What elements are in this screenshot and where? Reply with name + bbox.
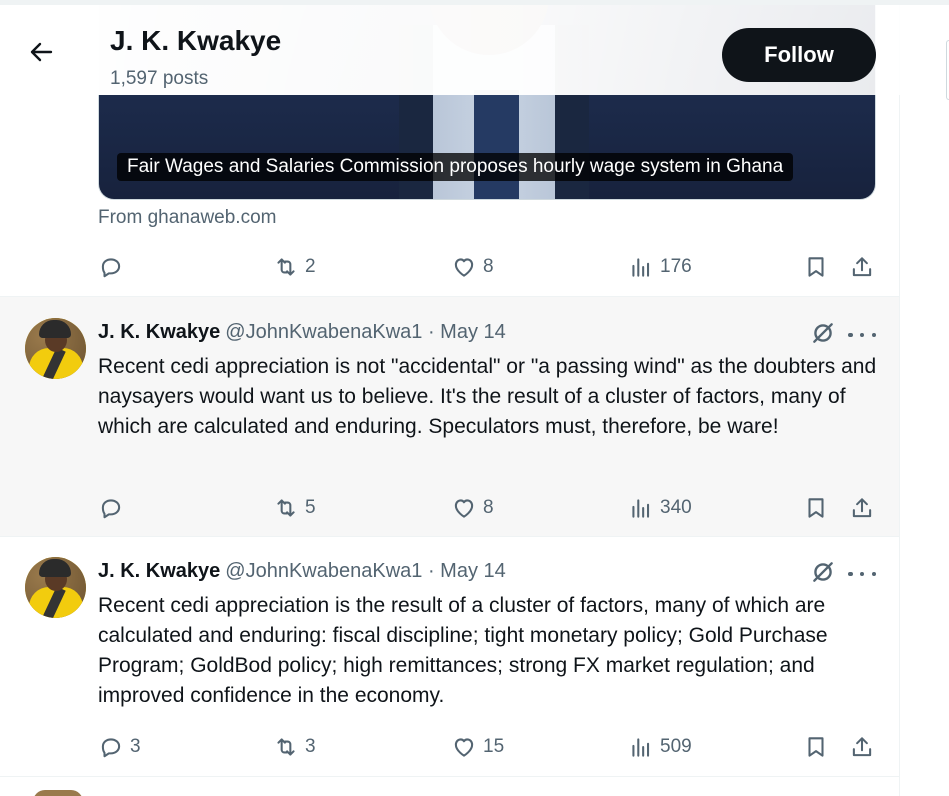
- author-name[interactable]: J. K. Kwakye: [98, 560, 220, 582]
- like-button[interactable]: 8: [451, 493, 494, 523]
- more-icon: [848, 571, 853, 577]
- share-button[interactable]: [849, 732, 875, 762]
- reply-button[interactable]: [98, 252, 130, 282]
- views-button[interactable]: 340: [628, 493, 692, 523]
- like-button[interactable]: 8: [451, 252, 494, 282]
- author-name[interactable]: J. K. Kwakye: [98, 321, 220, 343]
- more-icon-dot: [859, 571, 865, 577]
- like-count: 8: [483, 256, 494, 277]
- tweet-author[interactable]: J. K. Kwakye @JohnKwabenaKwa1 · May 14: [98, 560, 506, 583]
- reply-icon: [101, 499, 121, 519]
- repost-button[interactable]: 2: [273, 252, 316, 282]
- reply-count: 3: [130, 736, 141, 757]
- tweet-1[interactable]: J. K. Kwakye @JohnKwabenaKwa1 · May 14 Re…: [0, 296, 899, 536]
- more-button[interactable]: [848, 325, 876, 345]
- avatar-hat: [39, 320, 71, 338]
- like-count: 15: [483, 736, 505, 757]
- grok-button[interactable]: [810, 320, 836, 346]
- bookmark-button[interactable]: [803, 493, 829, 523]
- avatar[interactable]: [25, 557, 86, 618]
- repost-icon: [277, 738, 295, 756]
- author-handle-date[interactable]: @JohnKwabenaKwa1 · May 14: [225, 321, 505, 343]
- more-button[interactable]: [848, 564, 876, 584]
- share-icon: [852, 737, 872, 757]
- next-avatar-peek: [33, 790, 83, 796]
- bookmark-icon: [808, 498, 824, 518]
- post-count: 1,597 posts: [110, 68, 209, 89]
- bookmark-button[interactable]: [803, 252, 829, 282]
- profile-name: J. K. Kwakye: [110, 25, 282, 56]
- timeline-column: Fair Wages and Salaries Commission propo…: [0, 5, 900, 796]
- bookmark-button[interactable]: [803, 732, 829, 762]
- repost-button[interactable]: 3: [273, 732, 316, 762]
- profile-header: J. K. Kwakye 1,597 posts Follow: [0, 5, 900, 95]
- tweet-2[interactable]: J. K. Kwakye @JohnKwabenaKwa1 · May 14 Re…: [0, 536, 899, 776]
- views-button[interactable]: 509: [628, 732, 692, 762]
- grok-icon: [813, 323, 833, 343]
- reply-button[interactable]: [98, 493, 130, 523]
- tweet-3-partial[interactable]: [0, 776, 899, 796]
- repost-icon: [277, 258, 295, 276]
- tweet-text: Recent cedi appreciation is not "acciden…: [98, 355, 877, 438]
- author-handle-date[interactable]: @JohnKwabenaKwa1 · May 14: [225, 560, 505, 582]
- tweet-actions: 2 8 176: [98, 252, 876, 282]
- repost-count: 2: [305, 256, 316, 277]
- views-chart-icon: [632, 499, 650, 518]
- heart-icon: [454, 738, 474, 757]
- repost-count: 5: [305, 497, 316, 518]
- card-caption: Fair Wages and Salaries Commission propo…: [117, 153, 794, 181]
- card-image-tie: [474, 90, 519, 199]
- heart-icon: [454, 258, 474, 277]
- share-button[interactable]: [849, 493, 875, 523]
- views-count: 340: [660, 497, 692, 518]
- reply-icon: [101, 738, 121, 758]
- like-button[interactable]: 15: [451, 732, 504, 762]
- tweet-author[interactable]: J. K. Kwakye @JohnKwabenaKwa1 · May 14: [98, 321, 506, 344]
- views-chart-icon: [632, 738, 650, 757]
- tweet-actions: 3 3 15 509: [98, 732, 876, 762]
- views-button[interactable]: 176: [628, 252, 692, 282]
- share-button[interactable]: [849, 252, 875, 282]
- views-count: 176: [660, 256, 692, 277]
- tweet-text: Recent cedi appreciation is the result o…: [98, 594, 828, 707]
- grok-button[interactable]: [810, 559, 836, 585]
- more-icon-dot: [871, 332, 876, 338]
- arrow-left-icon: [30, 42, 53, 62]
- heart-icon: [454, 499, 474, 518]
- share-icon: [852, 498, 872, 518]
- back-button[interactable]: [26, 37, 56, 67]
- repost-icon: [277, 499, 295, 517]
- reply-icon: [101, 258, 121, 278]
- reply-button[interactable]: 3: [98, 732, 141, 762]
- repost-button[interactable]: 5: [273, 493, 316, 523]
- follow-button[interactable]: Follow: [722, 28, 876, 82]
- bookmark-icon: [808, 737, 824, 757]
- card-source[interactable]: From ghanaweb.com: [98, 207, 276, 229]
- views-count: 509: [660, 736, 692, 757]
- more-icon-dot: [871, 571, 876, 577]
- share-icon: [852, 257, 872, 277]
- avatar-hat: [39, 559, 71, 577]
- grok-icon: [813, 562, 833, 582]
- more-icon-dot: [859, 332, 865, 338]
- more-icon: [848, 332, 853, 338]
- views-chart-icon: [632, 258, 650, 277]
- repost-count: 3: [305, 736, 316, 757]
- bookmark-icon: [808, 257, 824, 277]
- avatar[interactable]: [25, 318, 86, 379]
- like-count: 8: [483, 497, 494, 518]
- tweet-actions: 5 8 340: [98, 493, 876, 523]
